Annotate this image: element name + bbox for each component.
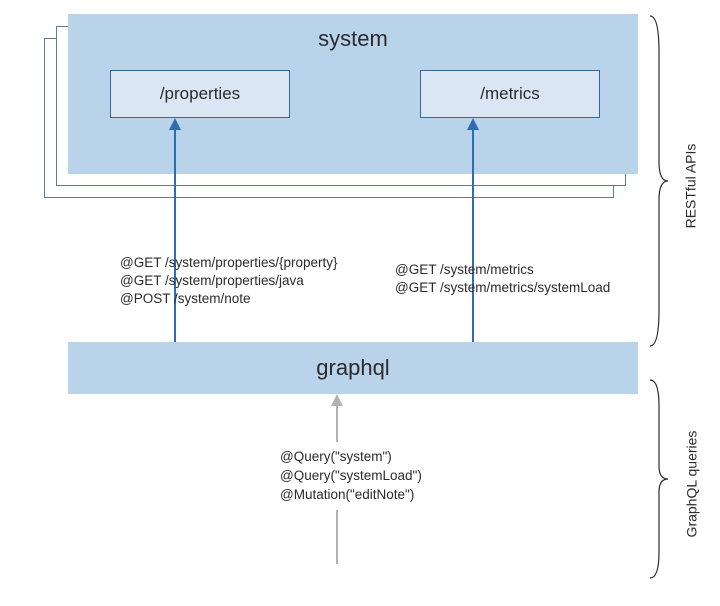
gray-arrow-lower — [336, 510, 338, 564]
properties-label: /properties — [160, 84, 240, 104]
arrow-line-properties — [174, 120, 176, 342]
graphql-box: graphql — [68, 342, 638, 394]
rest-api-properties-text: @GET /system/properties/{property} @GET … — [120, 254, 338, 309]
rest-api-metrics-text: @GET /system/metrics @GET /system/metric… — [395, 261, 610, 297]
brace-graphql — [648, 376, 670, 582]
graphql-queries-text: @Query("system") @Query("systemLoad") @M… — [280, 448, 422, 505]
arrow-head-metrics — [467, 118, 479, 130]
label-rest: RESTful APIs — [682, 144, 698, 229]
label-graphql: GraphQL queries — [683, 431, 699, 538]
arrow-line-metrics — [472, 120, 474, 342]
arrow-head-properties — [169, 118, 181, 130]
system-title: system — [68, 26, 638, 52]
graphql-title: graphql — [316, 355, 389, 381]
brace-rest — [648, 12, 670, 350]
metrics-label: /metrics — [480, 84, 540, 104]
metrics-resource-box: /metrics — [420, 70, 600, 118]
system-box: system /properties /metrics — [68, 14, 638, 174]
properties-resource-box: /properties — [110, 70, 290, 118]
gray-arrow-head — [331, 394, 343, 406]
